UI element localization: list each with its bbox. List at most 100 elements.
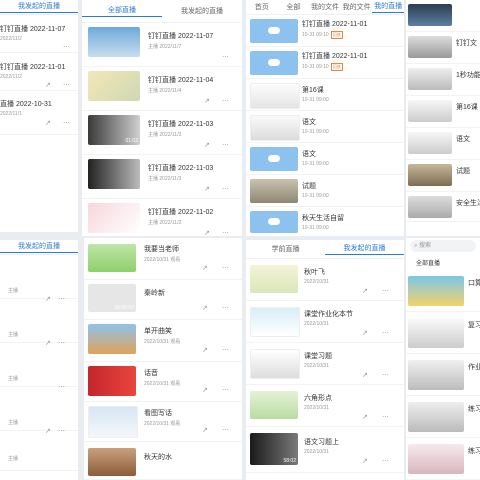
video-item[interactable]: 我要当老师 2022/10/31 观看 ↗ ⋯ (84, 238, 242, 280)
video-title: 秋叶飞 (304, 269, 325, 276)
share-icon[interactable]: ↗ (362, 457, 368, 465)
file-item[interactable]: 安全生活 (406, 192, 480, 222)
video-item[interactable]: 05:00:02 秦岭新 ↗ ⋯ (84, 280, 242, 320)
file-item[interactable]: 1秒功能 (406, 64, 480, 96)
video-item[interactable]: 练习 (406, 398, 480, 438)
video-item[interactable]: 口算 (406, 272, 480, 312)
share-icon[interactable]: ↗ (362, 371, 368, 379)
list-item[interactable]: 主播 ↗ ⋯ (0, 387, 78, 435)
more-icon[interactable]: ⋯ (222, 229, 229, 236)
more-icon[interactable]: ⋯ (382, 371, 389, 379)
file-item[interactable]: 语文 10-31 09:00 (246, 143, 404, 175)
tab-all-lives[interactable]: 全部直播 (82, 5, 162, 17)
share-icon[interactable]: ↗ (202, 426, 208, 434)
item-sub: 主播 (8, 288, 19, 294)
more-icon[interactable]: ⋯ (63, 81, 70, 89)
more-icon[interactable]: ⋯ (382, 287, 389, 295)
tab-all-lives[interactable]: 全部直播 (416, 258, 440, 267)
file-item[interactable]: 试题 10-31 09:00 (246, 175, 404, 207)
share-icon[interactable]: ↗ (204, 97, 210, 105)
more-icon[interactable]: ⋯ (382, 457, 389, 465)
file-item[interactable]: 钉钉直播 2022-11-01 10-31 09:10 回放 (246, 15, 404, 47)
tab-preschool-live[interactable]: 学前直播 (246, 244, 325, 254)
more-icon[interactable]: ⋯ (222, 97, 229, 105)
tab-all[interactable]: 全部 (278, 2, 310, 12)
share-icon[interactable]: ↗ (204, 185, 210, 193)
more-icon[interactable]: ⋯ (63, 119, 70, 127)
video-title: 秦岭新 (144, 290, 165, 297)
video-item[interactable]: 单开曲笑 2022/10/31 观看 ↗ ⋯ (84, 320, 242, 362)
file-item[interactable]: 第16课 10-31 09:00 (246, 79, 404, 111)
file-thumbnail (408, 4, 452, 26)
more-icon[interactable]: ⋯ (222, 346, 229, 354)
more-icon[interactable]: ⋯ (63, 43, 70, 51)
share-icon[interactable]: ↗ (204, 229, 210, 236)
video-item[interactable]: 58:02 语文习题上 2022/10/31 ↗ ⋯ (246, 427, 404, 473)
tab-my-files[interactable]: 我的文件 (309, 2, 341, 12)
list-item[interactable]: 主播 (0, 431, 78, 471)
share-icon[interactable]: ↗ (202, 386, 208, 394)
share-icon[interactable]: ↗ (362, 329, 368, 337)
share-icon[interactable]: ↗ (202, 304, 208, 312)
share-icon[interactable]: ↗ (362, 413, 368, 421)
more-icon[interactable]: ⋯ (222, 386, 229, 394)
live-item[interactable]: 钉钉直播 2022-11-07 主播 2022/11/7 ⋯ (82, 23, 242, 67)
video-item[interactable]: 秋天的水 (84, 442, 242, 480)
live-item[interactable]: 钉钉直播 2022-11-04 主播 2022/11/4 ↗ ⋯ (82, 67, 242, 111)
file-item[interactable]: 语文 (406, 128, 480, 160)
list-item[interactable]: 主播 ↗ ⋯ (0, 255, 78, 303)
list-item[interactable]: 直播 2022-10-31 2022/11/1 ↗ ⋯ (0, 91, 78, 135)
more-icon[interactable]: ⋯ (222, 426, 229, 434)
video-item[interactable]: 六角形点 2022/10/31 ↗ ⋯ (246, 385, 404, 427)
file-item[interactable]: 第16课 (406, 96, 480, 128)
share-icon[interactable]: ↗ (362, 287, 368, 295)
more-icon[interactable]: ⋯ (222, 264, 229, 272)
file-item[interactable]: 语文 10-31 09:00 (246, 111, 404, 143)
live-thumbnail (88, 27, 140, 57)
cloud-icon (268, 27, 280, 34)
tab-my-lives[interactable]: 我发起的直播 (0, 1, 78, 13)
video-title: 口算 (468, 280, 480, 287)
list-item[interactable]: 主播 ↗ ⋯ (0, 299, 78, 347)
live-item[interactable]: 01:02 钉钉直播 2022-11-03 主播 2022/11/3 ↗ ⋯ (82, 111, 242, 155)
tab-my-lives[interactable]: 我发起的直播 (0, 241, 78, 253)
search-bar[interactable]: ⌕ 搜索 (410, 240, 476, 252)
file-title: 语文 (456, 136, 470, 143)
tab-my-lives[interactable]: 我的直播 (372, 1, 404, 13)
file-item[interactable]: 钉钉直播 2022-11-01 10-31 09:10 回放 (246, 47, 404, 79)
video-item[interactable]: 秋叶飞 2022/10/31 ↗ ⋯ (246, 259, 404, 301)
share-icon[interactable]: ↗ (204, 141, 210, 149)
video-item[interactable]: 看图写话 2022/10/31 观看 ↗ ⋯ (84, 402, 242, 442)
tab-home[interactable]: 首页 (246, 2, 278, 12)
more-icon[interactable]: ⋯ (222, 304, 229, 312)
video-item[interactable]: 课堂作业化本节 2022/10/31 ↗ ⋯ (246, 301, 404, 343)
more-icon[interactable]: ⋯ (382, 329, 389, 337)
file-item[interactable]: 试题 (406, 160, 480, 192)
video-item[interactable]: 话音 2022/10/31 观看 ↗ ⋯ (84, 362, 242, 402)
tab-my-files-2[interactable]: 我的文件 (341, 2, 373, 12)
video-item[interactable]: 课堂习题 2022/10/31 ↗ ⋯ (246, 343, 404, 385)
duration-label: 05:00:02 (114, 305, 134, 311)
live-item[interactable]: 钉钉直播 2022-11-03 主播 2022/11/3 ↗ ⋯ (82, 155, 242, 199)
tab-my-lives[interactable]: 我发起的直播 (162, 6, 242, 16)
live-thumbnail (88, 159, 140, 189)
file-item[interactable]: 钉钉文 (406, 32, 480, 64)
tab-my-lives[interactable]: 我发起的直播 (325, 243, 404, 255)
list-item[interactable]: 钉钉直播 2022-11-01 2022/11/2 ↗ ⋯ (0, 53, 78, 91)
video-item[interactable]: 作业 (406, 356, 480, 396)
file-item[interactable]: 秋天生活自留 10-31 09:00 (246, 207, 404, 236)
more-icon[interactable]: ⋯ (222, 141, 229, 149)
list-item[interactable]: 钉钉直播 2022-11-07 2022/11/2 ⋯ (0, 15, 78, 53)
share-icon[interactable]: ↗ (202, 264, 208, 272)
live-item[interactable]: 钉钉直播 2022-11-02 主播 2022/11/2 ↗ ⋯ (82, 199, 242, 236)
video-item[interactable]: 复习 (406, 314, 480, 354)
share-icon[interactable]: ↗ (202, 346, 208, 354)
more-icon[interactable]: ⋯ (222, 53, 229, 61)
list-item[interactable]: 主播 ⋯ (0, 343, 78, 391)
more-icon[interactable]: ⋯ (222, 185, 229, 193)
file-item[interactable] (406, 0, 480, 32)
more-icon[interactable]: ⋯ (382, 413, 389, 421)
share-icon[interactable]: ↗ (45, 119, 51, 127)
video-item[interactable]: 练习 (406, 440, 480, 480)
share-icon[interactable]: ↗ (45, 81, 51, 89)
